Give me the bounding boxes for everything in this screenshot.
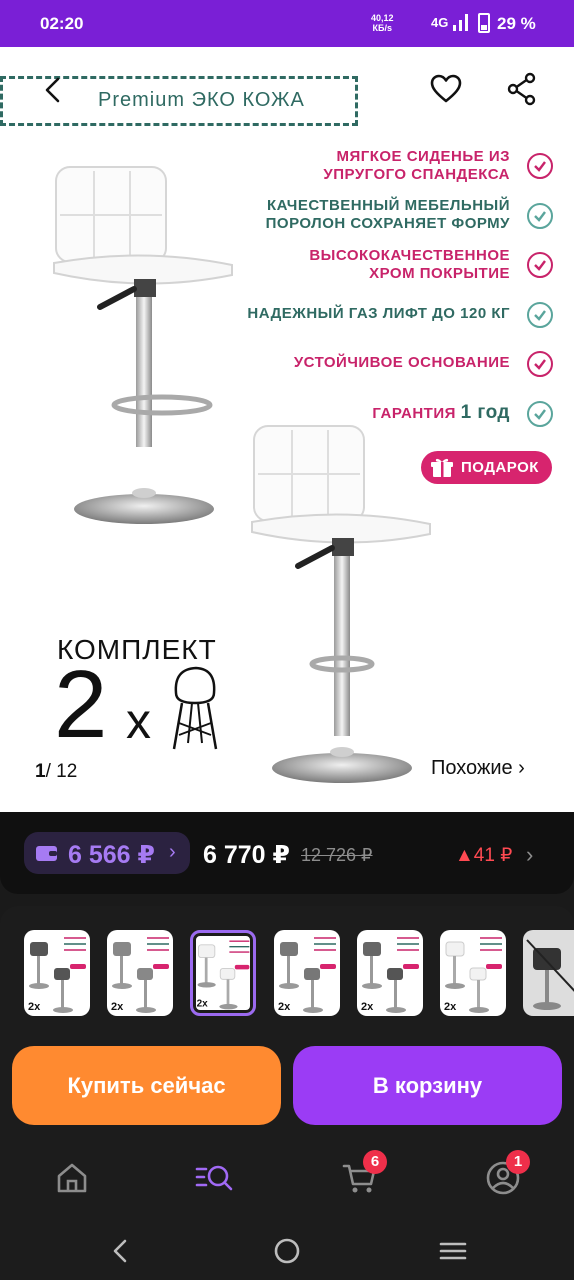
thumbnail[interactable]: 2x — [107, 930, 173, 1016]
catalog-search-icon[interactable] — [194, 1158, 234, 1198]
check-icon — [527, 153, 553, 179]
add-to-cart-button[interactable]: В корзину — [293, 1046, 562, 1125]
feature-item: КАЧЕСТВЕННЫЙ МЕБЕЛЬНЫЙ ПОРОЛОН СОХРАНЯЕТ… — [265, 197, 510, 232]
network-type: 4G — [431, 15, 449, 30]
gift-badge: ПОДАРОК — [421, 451, 552, 484]
svg-text:2x: 2x — [111, 1001, 124, 1013]
check-icon — [527, 203, 553, 229]
chevron-right-icon[interactable]: › — [526, 842, 533, 868]
thumbnail[interactable]: 2x — [440, 930, 506, 1016]
share-icon[interactable] — [506, 71, 538, 107]
wallet-price: 6 566 ₽ — [68, 841, 155, 869]
network-speed: 40,12 КБ/s — [371, 13, 394, 33]
thumbnail[interactable]: 2x — [274, 930, 340, 1016]
bar-stool-image — [251, 425, 431, 783]
svg-text:2x: 2x — [278, 1001, 291, 1013]
status-time: 02:20 — [40, 14, 84, 33]
svg-text:2x: 2x — [361, 1001, 374, 1013]
check-icon — [527, 302, 553, 328]
battery-icon — [478, 13, 490, 33]
heart-icon[interactable] — [428, 71, 464, 107]
system-navigation — [0, 1220, 574, 1280]
premium-banner-text: Premium ЭКО КОЖА — [98, 89, 305, 111]
back-arrow-icon[interactable] — [36, 72, 72, 108]
signal-icon — [453, 14, 468, 31]
feature-item: МЯГКОЕ СИДЕНЬЕ ИЗ УПРУГОГО СПАНДЕКСА — [323, 148, 510, 183]
current-price: 6 770 ₽ — [203, 841, 290, 869]
price-change[interactable]: ▲41 ₽ — [455, 844, 512, 867]
svg-text:2x: 2x — [444, 1001, 457, 1013]
battery-percent: 29 % — [497, 14, 536, 33]
check-icon — [527, 351, 553, 377]
image-page-counter: 1/ 12 — [35, 761, 78, 782]
thumbnail[interactable]: 2x — [357, 930, 423, 1016]
set-times: x — [126, 693, 151, 749]
price-bar: 6 566 ₽ › 6 770 ₽ 12 726 ₽ ▲41 ₽ › — [0, 812, 574, 894]
system-home-icon[interactable] — [272, 1236, 302, 1266]
profile-badge: 1 — [506, 1150, 530, 1174]
check-icon — [527, 401, 553, 427]
svg-text:2x: 2x — [197, 999, 209, 1010]
status-bar: 02:20 40,12 КБ/s 4G 29 % — [0, 0, 574, 47]
feature-item: УСТОЙЧИВОЕ ОСНОВАНИЕ — [293, 354, 510, 371]
thumbnail[interactable]: 2x — [24, 930, 90, 1016]
wallet-icon — [36, 846, 57, 861]
feature-item: НАДЕЖНЫЙ ГАЗ ЛИФТ ДО 120 КГ — [247, 305, 510, 322]
warranty-text: ГАРАНТИЯ 1 год — [372, 402, 510, 423]
system-back-icon[interactable] — [106, 1236, 136, 1266]
thumbnail-selected[interactable]: 2x — [190, 930, 256, 1016]
similar-link[interactable]: Похожие › — [431, 757, 525, 780]
chair-outline-icon — [172, 666, 218, 750]
old-price: 12 726 ₽ — [301, 845, 373, 865]
action-bar: Купить сейчас В корзину — [0, 1046, 574, 1138]
home-icon[interactable] — [52, 1158, 92, 1198]
thumbnail[interactable] — [523, 930, 574, 1016]
product-image[interactable]: Premium ЭКО КОЖА МЯГКОЕ СИДЕНЬЕ ИЗ УПРУГ… — [0, 47, 574, 812]
svg-text:2x: 2x — [28, 1001, 41, 1013]
check-icon — [527, 252, 553, 278]
cart-badge: 6 — [363, 1150, 387, 1174]
chevron-right-icon: › — [169, 841, 176, 863]
wallet-price-button[interactable]: 6 566 ₽ › — [24, 832, 190, 874]
bar-stool-image — [53, 166, 233, 524]
buy-now-button[interactable]: Купить сейчас — [12, 1046, 281, 1125]
bottom-navigation: 6 1 — [0, 1138, 574, 1220]
set-count: 2 — [54, 651, 108, 758]
feature-item: ВЫСОКОКАЧЕСТВЕННОЕ ХРОМ ПОКРЫТИЕ — [309, 247, 510, 282]
system-recents-icon[interactable] — [438, 1236, 468, 1266]
thumbnail-strip[interactable]: 2x 2x 2x 2x 2x 2x — [0, 906, 574, 1046]
